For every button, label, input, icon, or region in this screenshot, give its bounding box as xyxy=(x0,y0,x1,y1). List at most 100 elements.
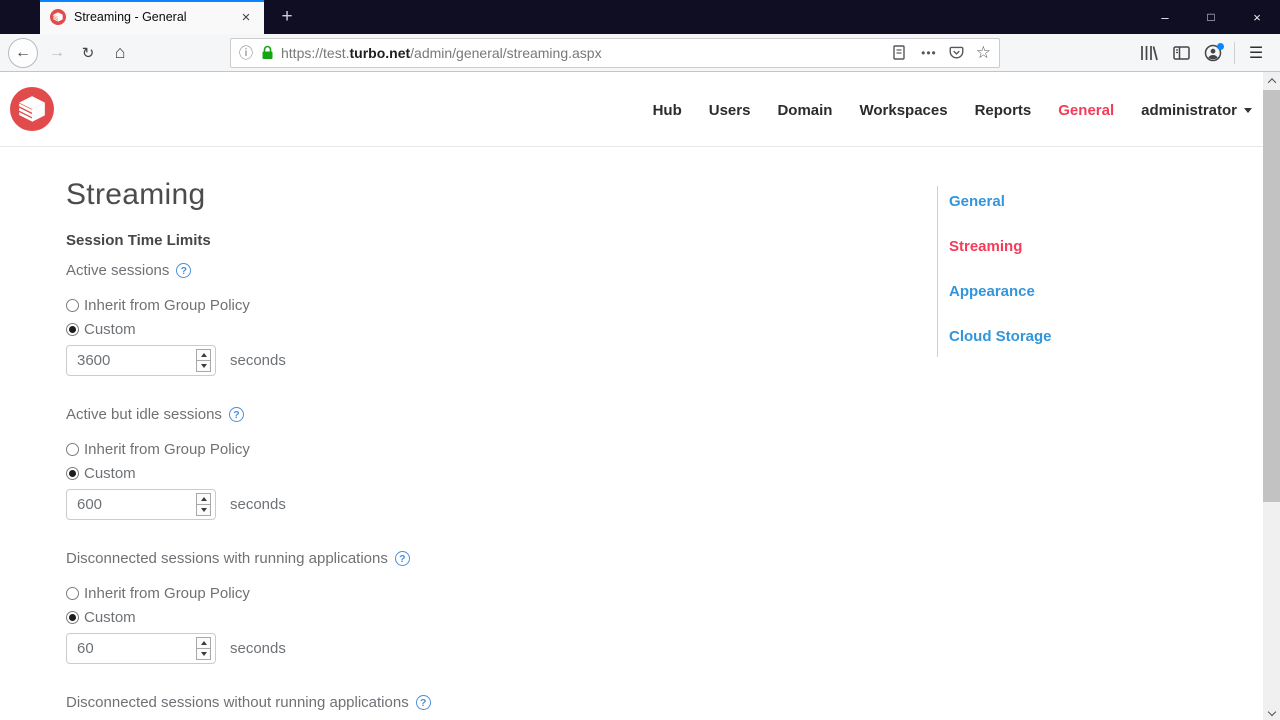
minimize-button[interactable]: – xyxy=(1142,0,1188,34)
ssl-lock-icon[interactable] xyxy=(261,45,274,60)
nav-item-workspaces[interactable]: Workspaces xyxy=(859,102,947,119)
number-spinner[interactable] xyxy=(196,637,211,660)
number-input-wrap xyxy=(66,345,216,376)
radio-icon[interactable] xyxy=(66,442,79,456)
setting-label: Disconnected sessions without running ap… xyxy=(66,694,431,711)
radio-label: Custom xyxy=(84,464,136,482)
page-actions-icon[interactable]: ••• xyxy=(921,46,937,60)
number-spinner[interactable] xyxy=(196,493,211,516)
browser-tab[interactable]: Streaming - General × xyxy=(40,0,264,34)
input-row: seconds xyxy=(66,633,410,664)
pocket-icon[interactable] xyxy=(949,46,964,60)
spinner-down-icon[interactable] xyxy=(197,360,210,371)
scrollbar-thumb[interactable] xyxy=(1263,90,1280,502)
section-heading: Session Time Limits xyxy=(66,232,211,249)
page-scrollbar[interactable] xyxy=(1263,72,1280,720)
account-icon[interactable] xyxy=(1197,38,1229,68)
scroll-up-icon[interactable] xyxy=(1263,72,1280,89)
radio-option-inherit[interactable]: Inherit from Group Policy xyxy=(66,585,410,602)
user-menu-label: administrator xyxy=(1141,101,1237,119)
sidebar-toggle-icon[interactable] xyxy=(1165,38,1197,68)
forward-button[interactable]: → xyxy=(44,38,70,68)
setting-label-text: Disconnected sessions without running ap… xyxy=(66,694,409,711)
number-input-wrap xyxy=(66,633,216,664)
settings-sidebar: General Streaming Appearance Cloud Stora… xyxy=(937,186,1117,357)
radio-icon[interactable] xyxy=(66,298,79,312)
toolbar-separator xyxy=(1234,41,1235,64)
site-header: Hub Users Domain Workspaces Reports Gene… xyxy=(0,73,1280,147)
sidebar-item-appearance[interactable]: Appearance xyxy=(949,283,1117,300)
radio-icon-checked[interactable] xyxy=(66,322,79,336)
window-controls: – □ × xyxy=(1142,0,1280,34)
maximize-button[interactable]: □ xyxy=(1188,0,1234,34)
bookmark-star-icon[interactable]: ☆ xyxy=(976,44,991,61)
idle-sessions-input[interactable] xyxy=(66,489,216,520)
spinner-down-icon[interactable] xyxy=(197,504,210,515)
home-button[interactable]: ⌂ xyxy=(106,38,134,68)
number-input-wrap xyxy=(66,489,216,520)
radio-option-custom[interactable]: Custom xyxy=(66,609,410,626)
disconnected-running-input[interactable] xyxy=(66,633,216,664)
number-spinner[interactable] xyxy=(196,349,211,372)
tab-title: Streaming - General xyxy=(74,10,187,24)
radio-icon-checked[interactable] xyxy=(66,610,79,624)
url-text[interactable]: https://test.turbo.net/admin/general/str… xyxy=(281,45,893,61)
active-sessions-input[interactable] xyxy=(66,345,216,376)
nav-item-domain[interactable]: Domain xyxy=(777,102,832,119)
radio-option-custom[interactable]: Custom xyxy=(66,464,286,482)
spinner-down-icon[interactable] xyxy=(197,648,210,659)
help-icon[interactable]: ? xyxy=(228,407,244,422)
input-row: seconds xyxy=(66,489,286,520)
user-menu[interactable]: administrator xyxy=(1141,102,1252,119)
setting-group-active-sessions: Active sessions ? Inherit from Group Pol… xyxy=(66,262,286,376)
page-title: Streaming xyxy=(66,178,206,211)
nav-item-users[interactable]: Users xyxy=(709,102,751,119)
setting-label-text: Disconnected sessions with running appli… xyxy=(66,550,388,567)
notification-dot xyxy=(1217,42,1224,50)
radio-icon-checked[interactable] xyxy=(66,466,79,480)
back-button[interactable]: ← xyxy=(8,37,38,68)
nav-item-general[interactable]: General xyxy=(1058,102,1114,119)
radio-icon[interactable] xyxy=(66,586,79,600)
radio-label: Inherit from Group Policy xyxy=(84,440,250,458)
spinner-up-icon[interactable] xyxy=(197,350,210,360)
library-icon[interactable] xyxy=(1133,38,1165,68)
url-domain: turbo.net xyxy=(349,44,411,61)
setting-label: Active sessions ? xyxy=(66,262,286,279)
tab-close-icon[interactable]: × xyxy=(236,9,256,26)
turbo-favicon-icon xyxy=(50,9,66,25)
sidebar-item-cloud-storage[interactable]: Cloud Storage xyxy=(949,328,1117,345)
spinner-up-icon[interactable] xyxy=(197,494,210,504)
url-bar[interactable]: ⓘ https://test.turbo.net/admin/general/s… xyxy=(230,37,1000,68)
setting-label-text: Active sessions xyxy=(66,262,170,279)
help-icon[interactable]: ? xyxy=(415,695,431,710)
setting-label-text: Active but idle sessions xyxy=(66,406,222,423)
radio-option-custom[interactable]: Custom xyxy=(66,320,286,338)
help-icon[interactable]: ? xyxy=(394,551,410,566)
setting-label: Disconnected sessions with running appli… xyxy=(66,550,410,567)
nav-item-reports[interactable]: Reports xyxy=(975,102,1032,119)
sidebar-item-streaming[interactable]: Streaming xyxy=(949,238,1117,255)
close-button[interactable]: × xyxy=(1234,0,1280,34)
reload-button[interactable]: ↻ xyxy=(74,38,102,68)
radio-option-inherit[interactable]: Inherit from Group Policy xyxy=(66,297,286,314)
site-info-icon[interactable]: ⓘ xyxy=(239,43,253,63)
help-icon[interactable]: ? xyxy=(176,263,192,278)
new-tab-button[interactable]: + xyxy=(272,0,302,34)
scroll-down-icon[interactable] xyxy=(1263,703,1280,720)
reader-mode-icon[interactable] xyxy=(893,45,905,60)
radio-label: Custom xyxy=(84,320,136,338)
nav-item-hub[interactable]: Hub xyxy=(653,102,682,119)
radio-option-inherit[interactable]: Inherit from Group Policy xyxy=(66,440,286,458)
unit-label: seconds xyxy=(230,640,286,657)
setting-group-disconnected-running: Disconnected sessions with running appli… xyxy=(66,550,410,664)
url-prefix: https://test. xyxy=(281,44,350,61)
setting-group-idle-sessions: Active but idle sessions ? Inherit from … xyxy=(66,406,286,520)
active-tab-stripe xyxy=(40,0,264,2)
chevron-down-icon xyxy=(1244,107,1252,113)
spinner-up-icon[interactable] xyxy=(197,638,210,648)
hamburger-menu-icon[interactable]: ☰ xyxy=(1240,38,1272,68)
turbo-logo[interactable] xyxy=(10,87,54,131)
browser-titlebar: Streaming - General × + – □ × xyxy=(0,0,1280,34)
sidebar-item-general[interactable]: General xyxy=(949,193,1117,210)
